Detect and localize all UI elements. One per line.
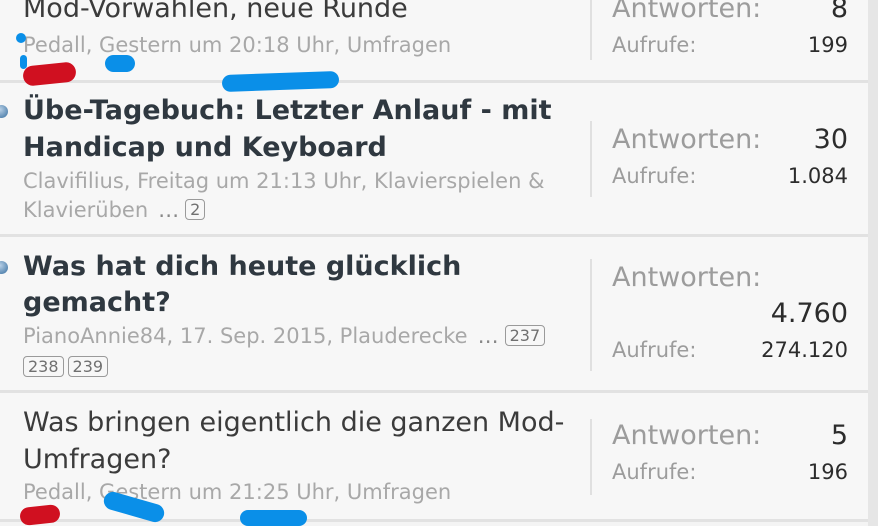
thread-row[interactable]: Was hat dich heute glücklich gemacht? Pi…	[0, 237, 868, 393]
pagination-ellipsis: …	[158, 198, 180, 222]
replies-count: 4.760	[770, 298, 848, 329]
page-link[interactable]: 237	[504, 325, 546, 346]
thread-meta-forum: Klavierüben	[23, 198, 149, 222]
thread-meta-line2: Klavierüben … 2	[23, 196, 209, 225]
views-label: Aufrufe:	[612, 338, 697, 362]
replies-count: 5	[830, 420, 848, 451]
thread-meta-line1: Clavifilius, Freitag um 21:13 Uhr, Klavi…	[23, 169, 545, 193]
page-link[interactable]: 239	[67, 356, 109, 377]
redaction-mark	[19, 503, 61, 526]
pagination-ellipsis: …	[477, 324, 499, 348]
views-count: 274.120	[761, 338, 848, 362]
replies-label: Antworten:	[612, 420, 762, 451]
thread-title-line1[interactable]: Was hat dich heute glücklich	[23, 248, 461, 285]
scrollbar-rail[interactable]	[868, 0, 878, 526]
thread-title-line2[interactable]: gemacht?	[23, 284, 171, 321]
thread-stats: Antworten: 8 Aufrufe: 199	[590, 0, 848, 60]
unread-indicator-icon	[0, 105, 8, 118]
views-label: Aufrufe:	[612, 33, 697, 57]
replies-count: 30	[813, 124, 848, 155]
redaction-mark	[240, 510, 307, 526]
page-link[interactable]: 238	[23, 356, 64, 377]
thread-title-line1[interactable]: Übe-Tagebuch: Letzter Anlauf - mit	[23, 92, 552, 129]
page-link[interactable]: 2	[185, 199, 206, 220]
thread-title-line1[interactable]: Was bringen eigentlich die ganzen Mod-	[23, 404, 564, 441]
replies-label: Antworten:	[612, 124, 762, 155]
views-count: 1.084	[787, 164, 848, 188]
thread-meta-line1: PianoAnnie84, 17. Sep. 2015, Plauderecke…	[23, 322, 549, 351]
views-label: Aufrufe:	[612, 164, 697, 188]
thread-row[interactable]: Übe-Tagebuch: Letzter Anlauf - mit Handi…	[0, 83, 868, 237]
views-count: 196	[807, 460, 848, 484]
thread-title-line2[interactable]: Handicap und Keyboard	[23, 129, 387, 166]
thread-stats: Antworten: 5 Aufrufe: 196	[590, 419, 848, 495]
replies-label: Antworten:	[612, 0, 762, 24]
thread-meta-line2: 238 239	[23, 353, 112, 382]
thread-meta: Pedall, Gestern um 21:25 Uhr, Umfragen	[23, 480, 452, 504]
redaction-mark	[16, 33, 26, 43]
thread-stats: Antworten: 4.760 Aufrufe: 274.120	[590, 259, 848, 371]
replies-count: 8	[830, 0, 848, 24]
unread-indicator-icon	[0, 261, 8, 274]
thread-meta-text: PianoAnnie84, 17. Sep. 2015, Plauderecke	[23, 324, 468, 348]
thread-title[interactable]: Mod-Vorwahlen, neue Runde	[23, 0, 408, 27]
replies-label: Antworten:	[612, 262, 762, 293]
thread-stats: Antworten: 30 Aufrufe: 1.084	[590, 121, 848, 197]
redaction-mark	[105, 55, 135, 72]
views-count: 199	[807, 33, 848, 57]
thread-title-line2[interactable]: Umfragen?	[23, 441, 171, 478]
views-label: Aufrufe:	[612, 460, 697, 484]
thread-meta: Pedall, Gestern um 20:18 Uhr, Umfragen	[23, 33, 452, 57]
